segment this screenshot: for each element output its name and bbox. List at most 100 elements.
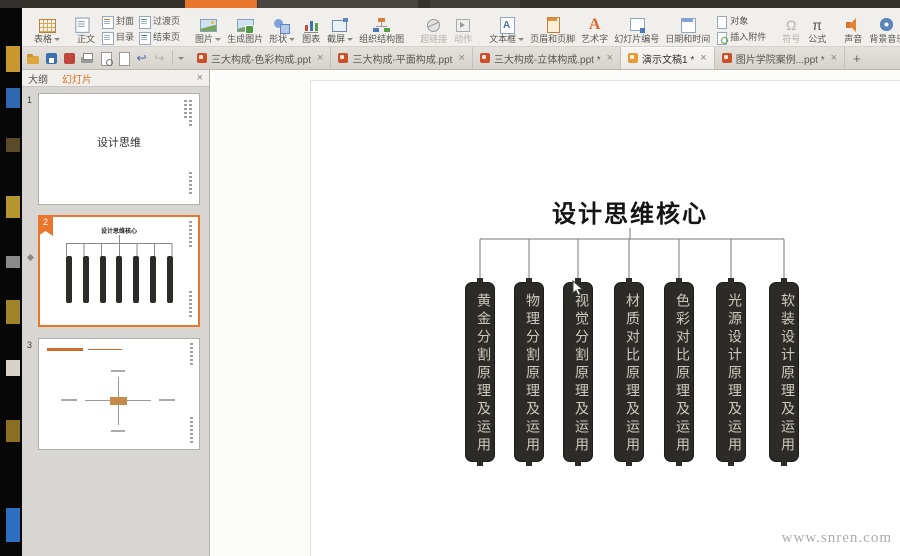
slide-number-icon	[627, 16, 647, 34]
ribbon-label: 公式	[808, 34, 827, 44]
ribbon-textbox-button[interactable]: A 文本框	[486, 10, 527, 46]
diagram-bar[interactable]: 软装设计原理及运用	[769, 278, 799, 466]
close-icon[interactable]: ×	[607, 52, 613, 64]
close-icon[interactable]: ×	[317, 52, 323, 64]
slide-number: 1	[27, 95, 33, 105]
ribbon-label: 插入附件	[730, 31, 767, 42]
ribbon-table-button[interactable]: 表格	[31, 10, 63, 46]
ribbon-label: 动作	[454, 34, 473, 44]
tab-outline[interactable]: 大纲	[28, 71, 48, 86]
document-tab-title: 演示文稿1 *	[642, 54, 695, 66]
ribbon-hyperlink-button[interactable]: 超链接	[417, 10, 450, 46]
body-text-icon	[74, 16, 98, 38]
print-preview-icon[interactable]	[98, 51, 113, 66]
chevron-down-icon	[54, 38, 61, 44]
document-tab-1[interactable]: 三大构成-色彩构成.ppt ×	[190, 47, 332, 69]
ribbon-picture-button[interactable]: 图片	[192, 10, 224, 46]
ribbon-label: 目录	[116, 31, 135, 42]
document-tab-3[interactable]: 三大构成-立体构成.ppt * ×	[473, 47, 622, 69]
thumb-slide-title: 设计思维核心	[100, 229, 137, 235]
ribbon-cover-button[interactable]: 封面	[99, 13, 136, 29]
diagram-bar[interactable]: 材质对比原理及运用	[614, 278, 644, 466]
end-page-icon	[138, 31, 152, 45]
thumbnail-list: 1 设计思维 2 设计思维核心 3	[22, 87, 209, 556]
slide-thumbnail-3[interactable]	[38, 338, 200, 450]
document-tab-title: 图片学院案例...ppt *	[735, 54, 825, 66]
ribbon-slide-number-button[interactable]: 幻灯片编号	[611, 10, 662, 46]
date-time-icon	[678, 16, 698, 34]
print-icon[interactable]	[80, 51, 95, 66]
diagram-bar[interactable]: 视觉分割原理及运用	[563, 278, 593, 466]
diagram-bar-text: 光源设计原理及运用	[727, 293, 743, 455]
document-tab-4-active[interactable]: 演示文稿1 * ×	[621, 47, 715, 69]
ribbon-end-page-button[interactable]: 结束页	[136, 29, 182, 45]
ribbon-bodytext-button[interactable]: 正文	[73, 10, 99, 46]
tab-slides[interactable]: 幻灯片	[62, 71, 92, 86]
ribbon-label: 对象	[730, 15, 749, 26]
ribbon-transition-page-button[interactable]: 过渡页	[136, 13, 182, 29]
textbox-icon: A	[497, 16, 517, 34]
mini-connector	[119, 235, 120, 243]
document-tab-2[interactable]: 三大构成-平面构成.ppt ×	[331, 47, 473, 69]
close-icon[interactable]: ×	[700, 52, 706, 64]
ribbon-label: 图表	[302, 34, 321, 44]
desktop-icon-fragment	[6, 46, 20, 72]
open-folder-icon[interactable]	[26, 51, 41, 66]
ribbon-sound-button[interactable]: 声音	[840, 10, 866, 46]
ribbon-header-footer-button[interactable]: 页眉和页脚	[527, 10, 578, 46]
desktop-icon-fragment	[6, 360, 20, 376]
cover-page-icon	[101, 15, 115, 29]
micro-text	[189, 221, 192, 247]
ribbon-toc-button[interactable]: 目录	[99, 29, 136, 45]
ribbon-background-music-button[interactable]: 背景音乐	[866, 10, 900, 46]
new-document-icon[interactable]	[116, 51, 131, 66]
ribbon-chart-button[interactable]: 图表	[298, 10, 324, 46]
ribbon-wordart-button[interactable]: A 艺术字	[578, 10, 611, 46]
redo-icon[interactable]: ↪	[152, 51, 167, 66]
document-tab-title: 三大构成-色彩构成.ppt	[211, 54, 312, 66]
ribbon-symbol-button[interactable]: Ω 符号	[778, 10, 804, 46]
document-tab-5[interactable]: 图片学院案例...ppt * ×	[715, 47, 846, 69]
ppt-file-icon	[721, 53, 732, 63]
ribbon-formula-button[interactable]: π 公式	[804, 10, 830, 46]
ribbon-label: 结束页	[153, 31, 181, 42]
ribbon-org-chart-button[interactable]: 组织结构图	[356, 10, 407, 46]
micro-text	[189, 172, 192, 196]
diagram-bar[interactable]: 黄金分割原理及运用	[465, 278, 495, 466]
chevron-down-icon	[347, 38, 354, 44]
panel-close-icon[interactable]: ×	[197, 72, 203, 84]
ribbon-label: 封面	[116, 15, 135, 26]
document-tab-title: 三大构成-立体构成.ppt *	[493, 54, 601, 66]
ribbon-attach-file-button[interactable]: 插入附件	[713, 29, 768, 45]
diagram-bar[interactable]: 光源设计原理及运用	[716, 278, 746, 466]
ribbon-label: 艺术字	[581, 34, 609, 44]
ribbon-datetime-button[interactable]: 日期和时间	[662, 10, 713, 46]
attachment-icon	[715, 31, 729, 45]
close-icon[interactable]: ×	[831, 52, 837, 64]
new-tab-button[interactable]: +	[845, 47, 869, 69]
desktop-icon-fragment	[6, 138, 20, 152]
ribbon-shapes-button[interactable]: 形状	[266, 10, 298, 46]
ppt-file-icon	[479, 53, 490, 63]
undo-icon[interactable]: ↩	[134, 51, 149, 66]
ribbon-screenshot-button[interactable]: 截屏	[324, 10, 356, 46]
slide-thumbnail-2-selected[interactable]: 2 设计思维核心	[38, 215, 200, 327]
export-pdf-icon[interactable]	[62, 51, 77, 66]
desktop-icon-fragment	[6, 420, 20, 442]
chevron-down-icon[interactable]	[178, 56, 184, 63]
diagram-bar[interactable]: 物理分割原理及运用	[514, 278, 544, 466]
micro-text	[189, 291, 192, 319]
ribbon-action-button[interactable]: 动作	[450, 10, 476, 46]
desktop-edge	[0, 8, 22, 556]
ribbon-object-button[interactable]: 对象	[713, 13, 768, 29]
save-icon[interactable]	[44, 51, 59, 66]
toolbar-separator	[172, 51, 173, 65]
ribbon-label: 超链接	[420, 34, 448, 44]
diagram-bar[interactable]: 色彩对比原理及运用	[664, 278, 694, 466]
wordart-icon: A	[588, 16, 601, 33]
slide-editing-area[interactable]: 设计思维核心 黄金分割原理及运用 物理分割原理及运用 视觉分割原理及运用 材质对…	[210, 70, 900, 556]
ribbon-make-picture-button[interactable]: 生成图片	[224, 10, 266, 46]
slide-thumbnail-1[interactable]: 设计思维	[38, 93, 200, 205]
close-icon[interactable]: ×	[458, 52, 464, 64]
ribbon-label: 声音	[844, 34, 863, 44]
